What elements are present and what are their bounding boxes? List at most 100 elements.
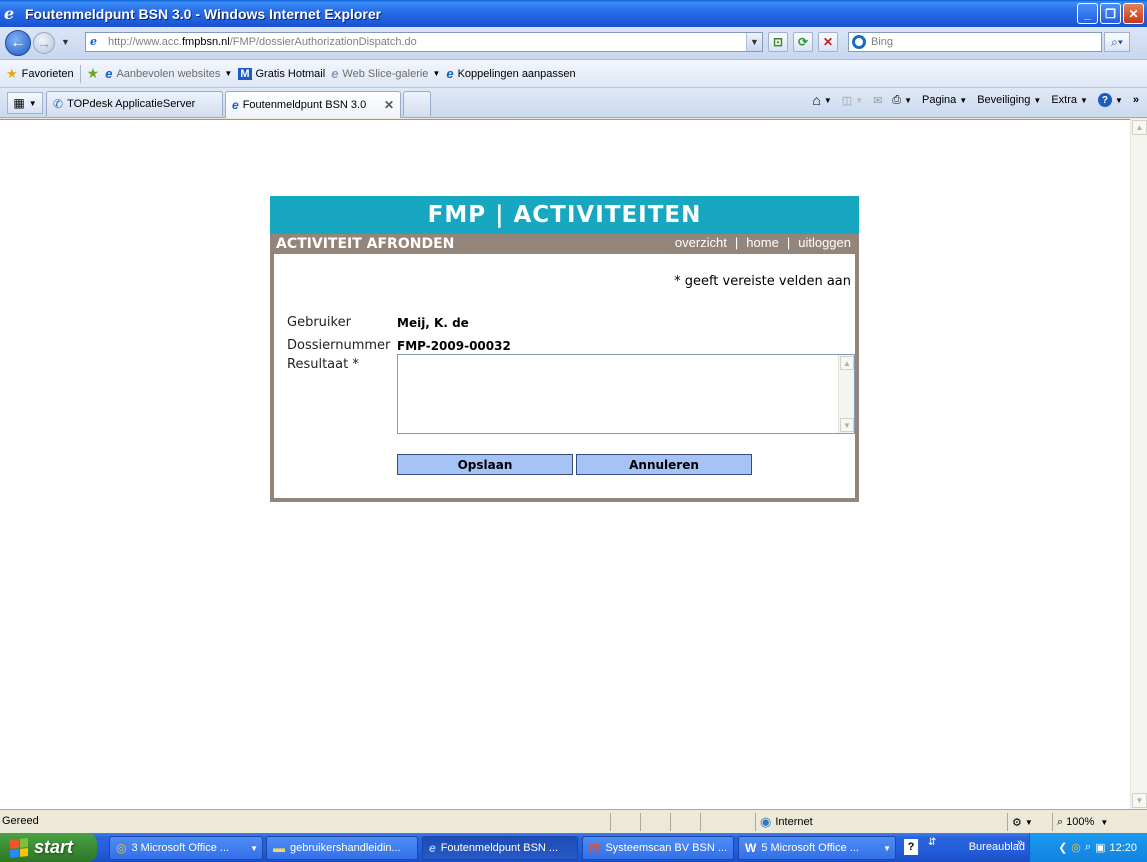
chevron-down-icon: ▼ <box>823 95 832 105</box>
save-button[interactable]: Opslaan <box>397 454 573 475</box>
favorites-separator <box>79 64 81 83</box>
task-word[interactable]: W 5 Microsoft Office ... ▼ <box>738 836 896 860</box>
ie-page-icon: e <box>446 66 454 81</box>
search-button[interactable]: ⌕▾ <box>1104 32 1130 52</box>
cancel-button[interactable]: Annuleren <box>576 454 752 475</box>
quick-tabs-button[interactable]: ▦ ▼ <box>7 92 43 114</box>
compatibility-view-icon[interactable]: ⊡ <box>768 32 788 52</box>
security-zone[interactable]: ◉ Internet <box>755 813 1007 831</box>
nav-separator: | <box>786 235 791 250</box>
back-arrow-icon: ← <box>10 34 26 51</box>
search-tray-icon[interactable]: ⌕ <box>1085 841 1091 854</box>
fav-aanbevolen-websites[interactable]: e Aanbevolen websites ▼ <box>105 66 232 81</box>
nav-separator: | <box>734 235 739 250</box>
task-outlook[interactable]: ◎ 3 Microsoft Office ... ▼ <box>109 836 263 860</box>
favorites-button[interactable]: ★ Favorieten <box>6 66 74 82</box>
toolbar-overflow-icon[interactable]: » <box>1017 837 1023 849</box>
search-input[interactable]: Bing <box>848 32 1102 52</box>
minimize-button[interactable]: _ <box>1077 3 1098 24</box>
app-nav: overzicht | home | uitloggen <box>675 235 851 250</box>
task-internet-explorer[interactable]: e Foutenmeldpunt BSN ... <box>422 836 578 860</box>
chevron-down-icon: ▼ <box>1114 95 1123 105</box>
close-tab-icon[interactable]: ✕ <box>384 98 394 112</box>
maximize-button[interactable]: ❐ <box>1100 3 1121 24</box>
history-dropdown-icon[interactable]: ▼ <box>61 37 70 47</box>
ie-page-icon: e <box>429 841 436 855</box>
resultaat-textarea[interactable] <box>397 354 855 434</box>
fav-label: Web Slice-galerie <box>342 67 429 80</box>
gebruiker-value: Meij, K. de <box>397 316 469 330</box>
nav-overzicht-link[interactable]: overzicht <box>675 235 727 250</box>
tools-menu[interactable]: Extra ▼ <box>1051 94 1088 106</box>
outlook-tray-icon[interactable]: ◎ <box>1071 841 1081 854</box>
favorites-bar: ★ Favorieten ★ e Aanbevolen websites ▼ M… <box>0 60 1147 88</box>
safety-menu[interactable]: Beveiliging ▼ <box>977 94 1041 106</box>
stop-icon[interactable]: ✕ <box>818 32 838 52</box>
print-button[interactable]: ⎙ ▼ <box>892 94 912 107</box>
nav-uitloggen-link[interactable]: uitloggen <box>798 235 851 250</box>
chevron-down-icon: ▼ <box>1033 95 1042 105</box>
help-quicklaunch-icon[interactable]: ? <box>904 839 918 855</box>
task-pdf[interactable]: ▤ Systeemscan BV BSN ... <box>582 836 734 860</box>
tab-topdesk[interactable]: ✆ TOPdesk ApplicatieServer <box>46 91 223 116</box>
status-bar: Gereed ◉ Internet ⚙ ▼ ⌕ 100% ▼ <box>0 809 1147 833</box>
language-bar-icon[interactable]: ⇵ <box>928 837 936 848</box>
scroll-down-icon[interactable]: ▼ <box>840 418 854 432</box>
refresh-icon[interactable]: ⟳ <box>793 32 813 52</box>
start-label: start <box>34 837 74 857</box>
status-text: Gereed <box>2 815 39 827</box>
chevron-down-icon: ▼ <box>28 98 37 108</box>
tab-foutenmeldpunt[interactable]: e Foutenmeldpunt BSN 3.0 ✕ <box>225 91 401 118</box>
chevron-down-icon: ▼ <box>883 843 891 853</box>
network-tray-icon[interactable]: ▣ <box>1095 841 1105 854</box>
textarea-scrollbar[interactable]: ▲ ▼ <box>838 355 854 433</box>
address-dropdown-icon[interactable]: ▼ <box>746 33 762 51</box>
chevron-down-icon: ▼ <box>432 69 441 78</box>
fav-label: Koppelingen aanpassen <box>457 67 576 80</box>
mail-button[interactable]: ✉ <box>873 94 882 107</box>
forward-button[interactable]: → <box>33 32 55 54</box>
star-icon: ★ <box>6 65 18 81</box>
chevron-down-icon: ▼ <box>1100 817 1109 827</box>
fav-gratis-hotmail[interactable]: M Gratis Hotmail <box>238 67 326 80</box>
window-title-bar[interactable]: e Foutenmeldpunt BSN 3.0 - Windows Inter… <box>0 0 1147 27</box>
task-label: 3 Microsoft Office ... <box>131 842 230 854</box>
chevron-down-icon: ▼ <box>959 95 968 105</box>
word-icon: W <box>745 841 757 855</box>
toolbar-overflow-icon[interactable]: » <box>1133 94 1139 106</box>
status-cell <box>700 813 755 831</box>
close-button[interactable]: ✕ <box>1123 3 1144 24</box>
fav-label: Gratis Hotmail <box>255 67 326 80</box>
address-input[interactable]: e http://www.acc. fmpbsn.nl/FMP/dossierAu… <box>85 32 763 52</box>
start-button[interactable]: start <box>0 833 97 862</box>
scroll-up-icon[interactable]: ▲ <box>1132 120 1147 135</box>
zoom-button[interactable]: ⌕ 100% ▼ <box>1052 813 1130 831</box>
printer-icon: ⎙ <box>892 93 902 106</box>
scroll-up-icon[interactable]: ▲ <box>840 356 854 370</box>
collapse-tray-icon[interactable]: ❮ <box>1058 841 1067 854</box>
chevron-down-icon: ▼ <box>224 69 233 78</box>
back-button[interactable]: ← <box>5 30 31 56</box>
feeds-button[interactable]: ◫ ▼ <box>842 94 863 107</box>
add-favorite-icon[interactable]: ★ <box>87 65 100 82</box>
ie-page-icon: e <box>232 98 239 112</box>
page-scrollbar[interactable]: ▲ ▼ <box>1130 119 1147 809</box>
scroll-down-icon[interactable]: ▼ <box>1132 793 1147 808</box>
fav-koppelingen-aanpassen[interactable]: e Koppelingen aanpassen <box>446 66 575 81</box>
grid-icon: ▦ <box>13 96 25 110</box>
ie-page-icon: e <box>331 66 339 81</box>
new-tab-button[interactable] <box>403 91 431 116</box>
chevron-down-icon: ▼ <box>250 843 258 853</box>
clock[interactable]: 12:20 <box>1109 842 1137 854</box>
protected-mode-button[interactable]: ⚙ ▼ <box>1007 813 1052 831</box>
pdf-icon: ▤ <box>589 841 601 855</box>
resultaat-label: Resultaat * <box>287 357 359 372</box>
nav-home-link[interactable]: home <box>746 235 779 250</box>
help-menu[interactable]: ? ▼ <box>1097 93 1123 107</box>
task-explorer-folder[interactable]: ▬ gebruikershandleidin... <box>266 836 418 860</box>
fav-web-slice-galerie[interactable]: e Web Slice-galerie ▼ <box>331 66 440 81</box>
home-button[interactable]: ⌂ ▼ <box>812 92 831 108</box>
safety-menu-label: Beveiliging <box>977 94 1031 106</box>
gear-icon: ⚙ <box>1012 816 1022 829</box>
page-menu[interactable]: Pagina ▼ <box>922 94 967 106</box>
